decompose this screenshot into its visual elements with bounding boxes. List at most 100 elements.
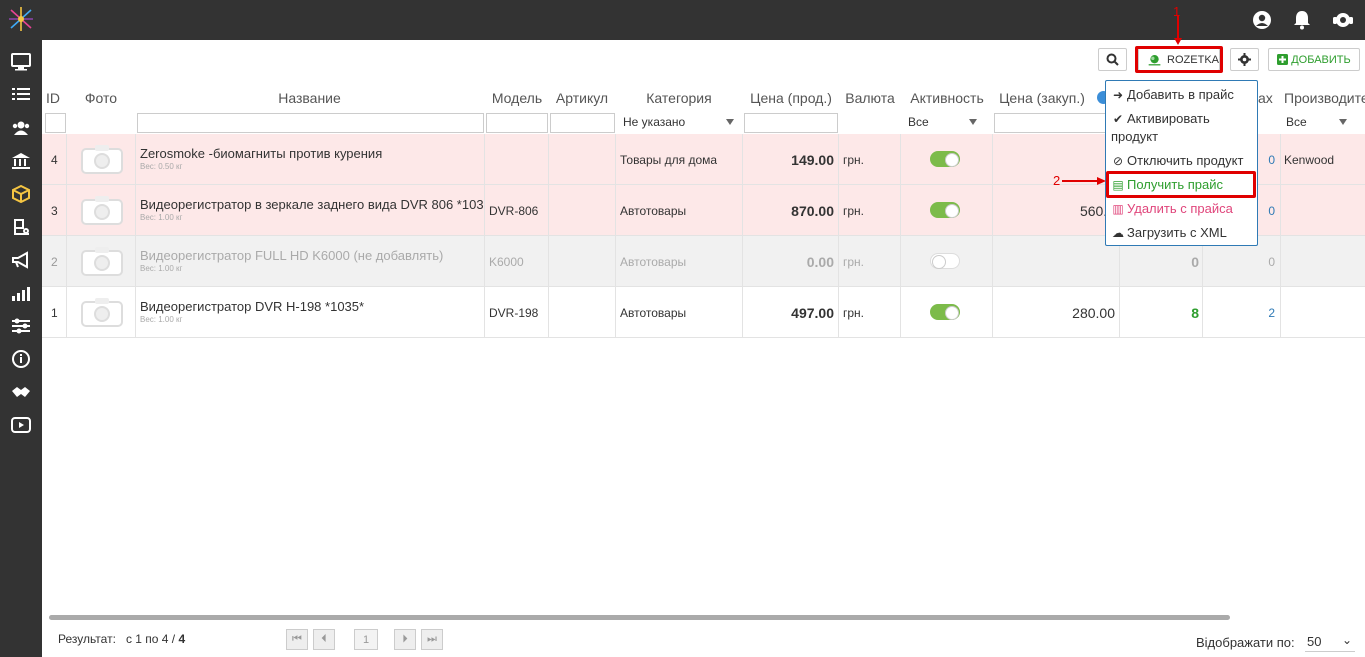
notifications-bell-icon[interactable] [1291,9,1313,31]
filter-category-value: Не указано [623,115,686,129]
sidebar-dashboard-monitor-icon[interactable] [10,52,32,72]
sidebar-list-icon[interactable] [10,85,32,105]
search-button[interactable] [1098,48,1127,71]
prev-page-button[interactable]: ⏴ [313,629,335,650]
column-header-name[interactable]: Название [135,90,484,106]
product-weight: Вес: 1.00 кг [140,264,183,273]
sidebar-analytics-icon[interactable] [10,283,32,303]
sidebar-megaphone-icon[interactable] [10,250,32,270]
filter-model-input[interactable] [486,113,548,133]
menu-item-upload-xml[interactable]: ☁ Загрузить с XML [1111,224,1227,242]
filter-price-input[interactable] [744,113,838,133]
sidebar [0,40,42,657]
prev-page-icon: ⏴ [321,633,327,645]
cell-price[interactable]: 870.00 [742,185,834,236]
cell-purchase-price[interactable]: 280.00 [992,287,1115,338]
product-weight: Вес: 1.00 кг [140,213,183,222]
column-header-activity[interactable]: Активность [901,90,993,106]
column-header-manufacturer[interactable]: Производите [1284,90,1365,106]
cell-model: DVR-806 [489,203,539,218]
cell-price[interactable]: 0.00 [742,236,834,287]
result-summary: Результат: с 1 по 4 / 4 [58,632,186,646]
column-header-article[interactable]: Артикул [549,90,615,106]
sidebar-info-icon[interactable] [10,349,32,369]
sidebar-products-cube-icon[interactable] [10,184,32,204]
product-name-link[interactable]: Zerosmoke -биомагниты против курения [140,146,485,161]
per-page-select[interactable]: 50 ⌄ [1305,632,1355,652]
filter-activity-value: Все [908,115,929,129]
product-photo-placeholder-camera-icon[interactable] [80,143,124,175]
cloud-upload-icon: ☁ [1112,226,1124,240]
product-photo-placeholder-camera-icon[interactable] [80,245,124,277]
cell-stock: 8 [1191,304,1199,321]
product-photo-placeholder-camera-icon[interactable] [80,194,124,226]
chevron-down-icon [726,119,734,125]
add-button-label: ДОБАВИТЬ [1291,53,1351,66]
check-circle-icon: ✔ [1112,112,1124,126]
logo-icon[interactable] [8,6,34,32]
cell-price[interactable]: 497.00 [742,287,834,338]
sidebar-delivery-icon[interactable] [10,217,32,237]
menu-item-remove-from-price[interactable]: ▥ Удалить с прайса [1111,200,1233,218]
column-header-max[interactable]: ах [1258,90,1276,106]
menu-item-add-to-price[interactable]: ➜ Добавить в прайс [1111,86,1234,104]
cell-currency: грн. [843,305,865,320]
annotation-number-2: 2 [1053,173,1061,188]
column-header-photo: Фото [84,90,118,106]
filter-manufacturer-select[interactable]: Все [1282,113,1352,133]
cell-manufacturer: Kenwood [1284,152,1335,167]
activity-toggle[interactable] [930,151,960,167]
cell-id: 3 [51,203,58,218]
annotation-box-get-price [1106,171,1256,198]
filter-activity-select[interactable]: Все [904,113,982,133]
activity-toggle[interactable] [930,304,960,320]
top-bar [0,0,1365,40]
annotation-box-rozetka [1135,46,1223,73]
sidebar-bank-icon[interactable] [10,151,32,171]
filter-id-input[interactable] [45,113,66,133]
horizontal-scrollbar[interactable] [49,615,1230,620]
cell-currency: грн. [843,254,865,269]
product-name-link[interactable]: Видеорегистратор в зеркале заднего вида … [140,197,485,212]
activity-toggle[interactable] [930,202,960,218]
cell-category: Автотовары [620,203,687,218]
sidebar-settings-sliders-icon[interactable] [10,316,32,336]
product-weight: Вес: 1.00 кг [140,315,183,324]
menu-item-activate-product[interactable]: ✔ Активировать продукт [1111,110,1210,146]
activity-toggle[interactable] [930,253,960,269]
last-page-button[interactable]: ⏭ [421,629,443,650]
cell-category: Товары для дома [620,152,718,167]
filter-category-select[interactable]: Не указано [619,113,739,133]
support-headset-icon[interactable] [1332,9,1354,31]
settings-button[interactable] [1230,48,1259,71]
first-page-button[interactable]: ⏮ [286,629,308,650]
sidebar-video-play-icon[interactable] [10,415,32,435]
column-header-currency[interactable]: Валюта [840,90,900,106]
cell-max[interactable]: 2 [1202,287,1275,338]
cell-purchase-price[interactable] [992,236,1115,287]
column-header-id[interactable]: ID [46,90,66,106]
page-number[interactable]: 1 [354,629,378,650]
next-page-icon: ⏵ [402,633,408,645]
product-name-link[interactable]: Видеорегистратор FULL HD K6000 (не добав… [140,248,485,263]
column-header-price-sale[interactable]: Цена (прод.) [743,90,839,106]
filter-purchase-input[interactable] [994,113,1106,133]
next-page-button[interactable]: ⏵ [394,629,416,650]
per-page-label: Відображати по: [1196,635,1295,650]
product-name-link[interactable]: Видеорегистратор DVR H-198 *1035* [140,299,485,314]
column-header-model[interactable]: Модель [486,90,548,106]
main-content: ROZETKA ДОБАВИТЬ ID Фото Название Модель… [42,4,1365,657]
sidebar-users-icon[interactable] [10,118,32,138]
filter-article-input[interactable] [550,113,615,133]
table-row[interactable]: 1 Видеорегистратор DVR H-198 *1035* Вес: 1… [42,287,1365,338]
column-header-price-purchase[interactable]: Цена (закуп.) [994,90,1090,106]
sidebar-handshake-icon[interactable] [10,382,32,402]
cell-purchase-price[interactable]: 560.0 [992,185,1115,236]
menu-item-disable-product[interactable]: ⊘ Отключить продукт [1111,152,1243,170]
add-button[interactable]: ДОБАВИТЬ [1268,48,1360,71]
product-photo-placeholder-camera-icon[interactable] [80,296,124,328]
column-header-category[interactable]: Категория [616,90,742,106]
filter-name-input[interactable] [137,113,484,133]
cell-price[interactable]: 149.00 [742,134,834,185]
user-account-icon[interactable] [1251,9,1273,31]
